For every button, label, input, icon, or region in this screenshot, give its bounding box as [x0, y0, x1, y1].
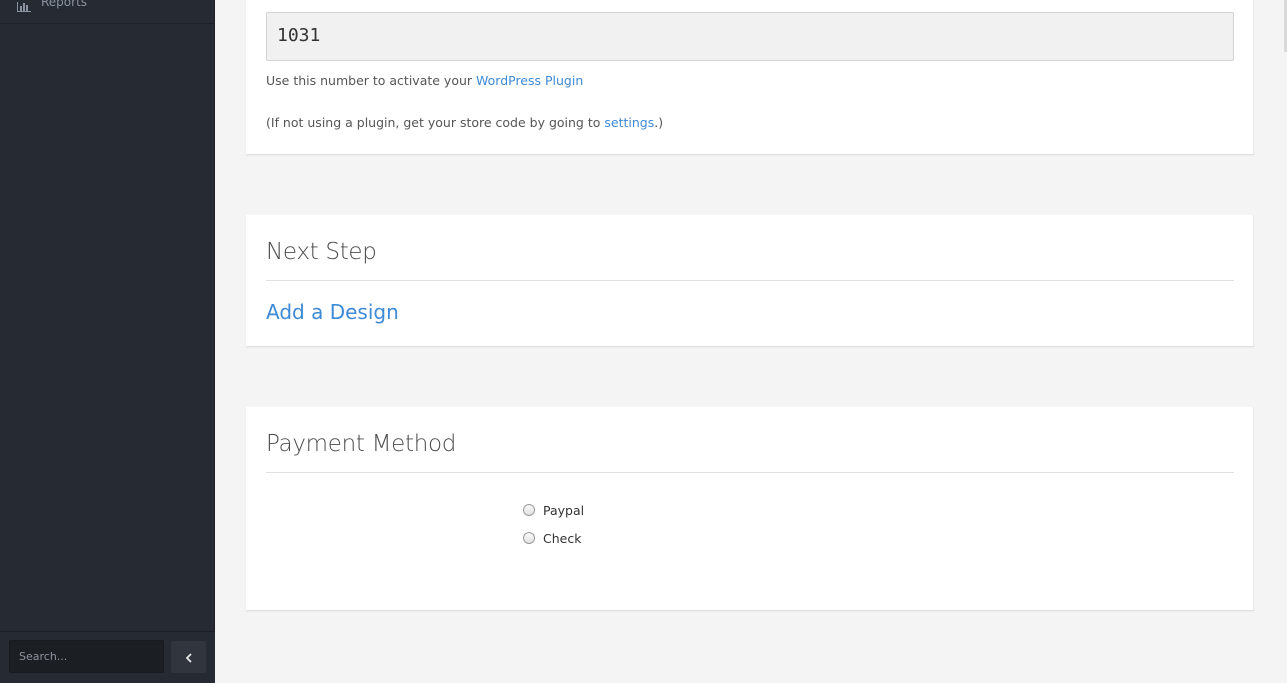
paypal-label: Paypal [543, 502, 585, 518]
paypal-radio[interactable] [523, 504, 535, 516]
settings-instructions: (If not using a plugin, get your store c… [266, 115, 663, 130]
collapse-sidebar-button[interactable] [171, 641, 206, 673]
payment-method-panel: Payment Method Paypal Check [246, 407, 1254, 611]
next-step-heading: Next Step [266, 239, 377, 265]
check-label: Check [543, 530, 582, 546]
settings-text: (If not using a plugin, get your store c… [266, 115, 605, 130]
payment-option-paypal[interactable]: Paypal [523, 502, 584, 518]
sidebar: Reports [0, 0, 215, 683]
settings-link[interactable]: settings [604, 115, 654, 130]
payment-option-check[interactable]: Check [523, 530, 581, 546]
divider [266, 280, 1234, 281]
sidebar-footer [0, 631, 215, 683]
divider [266, 472, 1234, 473]
next-step-panel: Next Step Add a Design [246, 215, 1254, 347]
store-code-panel: 1031 Use this number to activate your Wo… [246, 0, 1254, 155]
add-design-link[interactable]: Add a Design [266, 300, 399, 324]
sidebar-item-reports[interactable]: Reports [0, 0, 215, 24]
store-code-field[interactable]: 1031 [266, 12, 1234, 61]
check-radio[interactable] [523, 532, 535, 544]
wordpress-plugin-link[interactable]: WordPress Plugin [476, 73, 583, 88]
activate-text: Use this number to activate your [266, 73, 476, 88]
chevron-left-icon [185, 648, 193, 667]
activate-instructions: Use this number to activate your WordPre… [266, 73, 583, 88]
bar-chart-icon [17, 0, 31, 12]
search-input[interactable] [9, 640, 164, 673]
payment-method-heading: Payment Method [266, 431, 457, 457]
sidebar-item-label: Reports [41, 0, 88, 9]
settings-suffix: .) [654, 115, 664, 130]
main-content: 1031 Use this number to activate your Wo… [216, 0, 1287, 683]
